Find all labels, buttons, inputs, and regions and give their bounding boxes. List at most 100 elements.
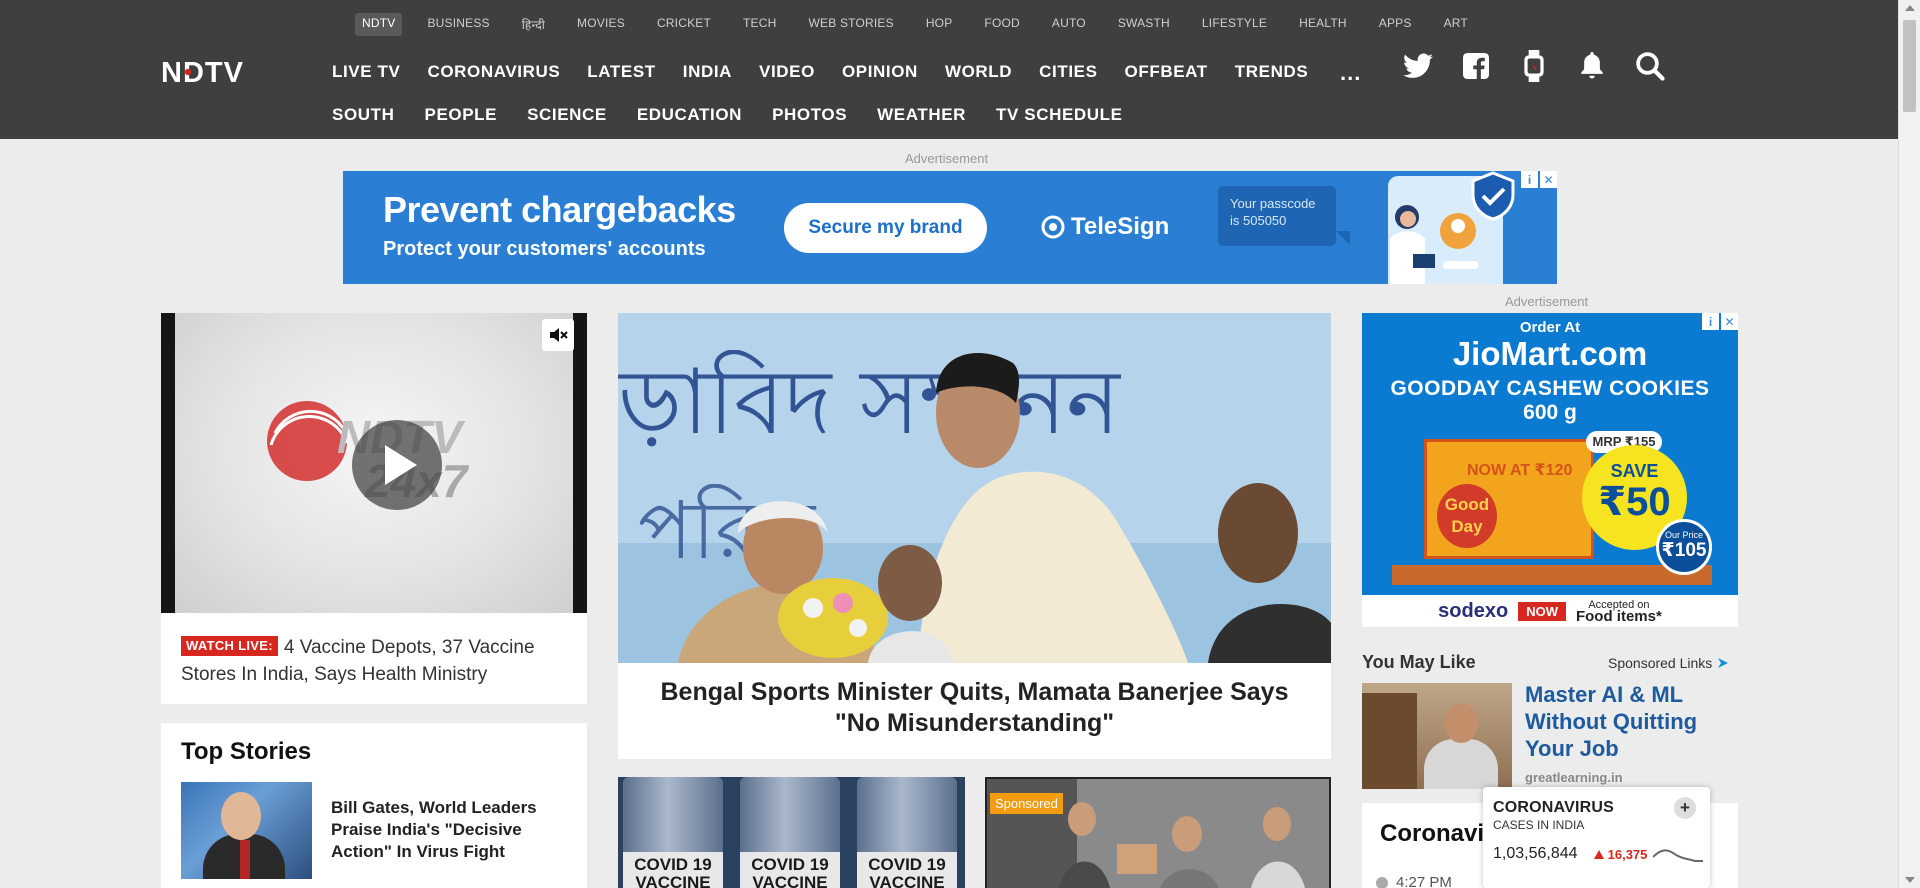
network-subnav: NDTV BUSINESS हिन्दी MOVIES CRICKET TECH… [355,13,1493,36]
ad-passcode-bubble: Your passcode is 505050 [1218,186,1336,246]
thumb-person-head [1444,703,1478,743]
nav-item-education[interactable]: EDUCATION [637,105,742,125]
live-update-time: 4:27 PM [1376,874,1452,888]
header-icon-bar [1402,50,1666,82]
nav-item-tv-schedule[interactable]: TV SCHEDULE [996,105,1123,125]
vial-label: COVID 19 VACCINE [857,852,957,888]
subnav-item-art[interactable]: ART [1437,13,1475,36]
thumb-figure-tie [240,840,250,879]
nav-item-trends[interactable]: TRENDS [1235,62,1309,82]
side-ad-pack-name: Good Day [1437,484,1497,548]
nav-item-india[interactable]: INDIA [683,62,732,82]
side-ad-weight: 600 g [1523,401,1577,424]
top-stories-card: Top Stories Bill Gates, World Leaders Pr… [161,723,587,888]
side-banner-ad[interactable]: Order At JioMart.com GOODDAY CASHEW COOK… [1362,313,1738,627]
ad-person-illustration [1390,205,1435,284]
cases-sparkline [1653,849,1703,862]
new-cases-value: 16,375 [1607,847,1648,862]
story-thumbnail[interactable] [181,782,312,879]
subnav-item-cricket[interactable]: CRICKET [650,13,718,36]
passcode-bubble-tail [1336,231,1350,245]
subnav-item-business[interactable]: BUSINESS [420,13,496,36]
nav-item-opinion[interactable]: OPINION [842,62,918,82]
subnav-item-health[interactable]: HEALTH [1292,13,1354,36]
vaccine-vial: COVID 19 VACCINE [623,777,723,888]
ad-label-side: Advertisement [1505,294,1589,309]
coronavirus-card-title: Coronavi [1380,820,1485,847]
ad-close-icon[interactable]: ✕ [1540,171,1557,188]
sponsored-links[interactable]: Sponsored Links [1608,655,1730,671]
nav-item-latest[interactable]: LATEST [587,62,655,82]
shield-check-icon [1471,171,1515,221]
passcode-line-1: Your passcode [1230,196,1316,211]
nav-item-weather[interactable]: WEATHER [877,105,966,125]
top-banner-ad[interactable]: Prevent chargebacks Protect your custome… [343,171,1557,284]
side-ad-product: GOODDAY CASHEW COOKIES [1390,377,1710,400]
facebook-icon[interactable] [1460,50,1492,82]
live-headline-link[interactable]: WATCH LIVE: 4 Vaccine Depots, 37 Vaccine … [181,634,571,688]
play-button[interactable] [352,420,442,510]
ad-info-icon[interactable]: i [1521,171,1538,188]
logo-red-dot [184,68,192,76]
vaccine-vial: COVID 19 VACCINE [740,777,840,888]
promo-thumbnail[interactable] [1362,683,1512,789]
subnav-item-auto[interactable]: AUTO [1045,13,1093,36]
subnav-item-tech[interactable]: TECH [736,13,783,36]
nav-item-south[interactable]: SOUTH [332,105,395,125]
subnav-item-swasth[interactable]: SWASTH [1111,13,1177,36]
telesign-logo-icon [1041,215,1065,239]
sponsored-links-label: Sponsored Links [1608,655,1713,671]
subnav-item-movies[interactable]: MOVIES [570,13,632,36]
logo-text: NDTV [161,58,244,86]
ad-info-icon[interactable]: i [1702,313,1719,330]
scroll-down-arrow-icon[interactable] [1905,877,1915,883]
nav-item-offbeat[interactable]: OFFBEAT [1125,62,1208,82]
subnav-item-ndtv[interactable]: NDTV [355,13,403,36]
side-ad-brand: JioMart.com [1452,335,1648,372]
ad-close-icon[interactable]: ✕ [1721,313,1738,330]
lead-story-headline[interactable]: Bengal Sports Minister Quits, Mamata Ban… [638,677,1311,739]
side-ad-footer: sodexo NOW Accepted on Food items* [1362,595,1738,627]
total-cases: 1,03,56,844 [1493,845,1578,862]
nav-item-photos[interactable]: PHOTOS [772,105,847,125]
twitter-icon[interactable] [1402,50,1434,82]
side-ad-product-pack: NOW AT ₹120 Good Day [1424,439,1594,559]
taboola-arrow-icon [1718,658,1729,668]
video-player[interactable]: NDTV 24x7 [161,313,587,613]
scroll-up-arrow-icon[interactable] [1905,5,1915,11]
smartwatch-icon[interactable] [1518,50,1550,82]
mute-toggle-icon[interactable] [542,319,574,351]
story-card-vaccine[interactable]: COVID 19 VACCINE COVID 19 VACCINE COVID … [618,777,965,888]
lead-story-image[interactable]: ড়াবিদ সম্মানন পরিক [618,313,1331,663]
scroll-thumb[interactable] [1903,20,1916,112]
widget-expand-button[interactable]: + [1674,797,1696,819]
more-menu-button[interactable]: ... [1340,60,1361,86]
promo-headline[interactable]: Master AI & ML Without Quitting Your Job [1525,681,1725,762]
nav-item-live-tv[interactable]: LIVE TV [332,62,400,82]
nav-item-science[interactable]: SCIENCE [527,105,607,125]
watch-live-badge: WATCH LIVE: [181,636,278,656]
coronavirus-cases-widget[interactable]: CORONAVIRUS CASES IN INDIA 1,03,56,844 1… [1483,787,1710,888]
story-card-sponsored[interactable]: Sponsored [985,777,1331,888]
subnav-item-apps[interactable]: APPS [1372,13,1419,36]
subnav-item-hop[interactable]: HOP [919,13,960,36]
notification-bell-icon[interactable] [1576,50,1608,82]
side-ad-now-price: NOW AT ₹120 [1467,462,1573,479]
nav-item-coronavirus[interactable]: CORONAVIRUS [427,62,560,82]
nav-item-video[interactable]: VIDEO [759,62,815,82]
ad-cta-button[interactable]: Secure my brand [784,203,987,253]
ndtv-logo[interactable]: NDTV [161,58,287,86]
subnav-item-hindi[interactable]: हिन्दी [515,13,552,36]
widget-subtitle: CASES IN INDIA [1493,818,1585,832]
search-icon[interactable] [1634,50,1666,82]
nav-item-world[interactable]: WORLD [945,62,1012,82]
subnav-item-lifestyle[interactable]: LIFESTYLE [1195,13,1274,36]
subnav-item-food[interactable]: FOOD [977,13,1026,36]
primary-nav: LIVE TV CORONAVIRUS LATEST INDIA VIDEO O… [332,62,1335,82]
nav-item-cities[interactable]: CITIES [1039,62,1097,82]
story-headline[interactable]: Bill Gates, World Leaders Praise India's… [331,797,571,863]
subnav-item-web-stories[interactable]: WEB STORIES [801,13,900,36]
page-scrollbar[interactable] [1898,0,1920,888]
nav-item-people[interactable]: PEOPLE [425,105,498,125]
new-cases: 16,375 [1594,847,1647,862]
